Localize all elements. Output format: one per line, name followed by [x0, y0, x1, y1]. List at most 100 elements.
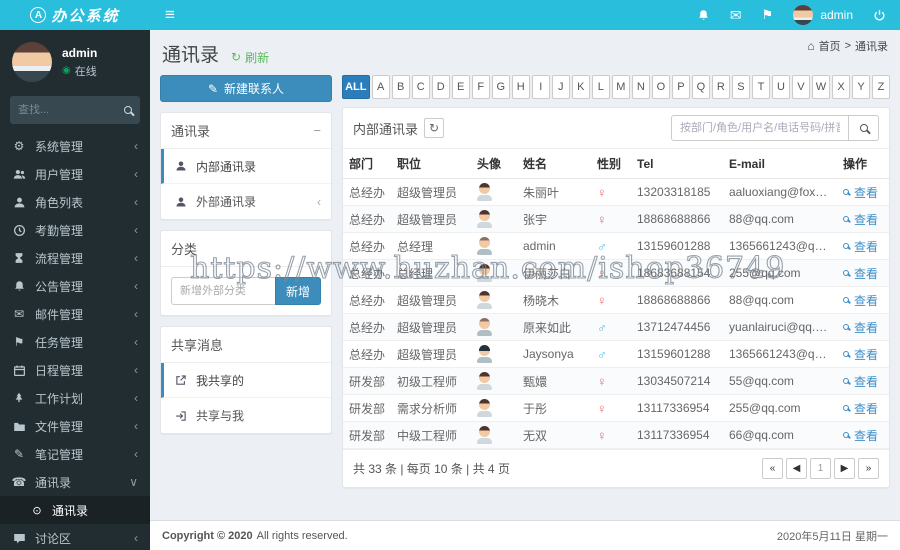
- shared-with-me-item[interactable]: 共享与我: [161, 398, 331, 433]
- alpha-filter[interactable]: L: [591, 75, 610, 99]
- sidebar-item-forum[interactable]: 讨论区 ‹: [0, 524, 150, 550]
- sidebar-item-mail[interactable]: ✉ 邮件管理 ‹: [0, 300, 150, 328]
- search-icon: [843, 243, 849, 249]
- messages-button[interactable]: ✉: [730, 7, 742, 24]
- sidebar-item-system[interactable]: ⚙ 系统管理 ‹: [0, 132, 150, 160]
- pagination: 共 33 条 | 每页 10 条 | 共 4 页 « ◀ 1 ▶ »: [343, 449, 889, 487]
- sidebar-user-panel: admin ◉ 在线: [0, 30, 150, 92]
- app-logo[interactable]: A 办公系统: [0, 0, 150, 30]
- sidebar-item-announcements[interactable]: 公告管理 ‹: [0, 272, 150, 300]
- alpha-filter[interactable]: H: [511, 75, 530, 99]
- sidebar-toggle-button[interactable]: ≡: [150, 0, 190, 30]
- table-header-row: 部门 职位 头像 姓名 性别 Tel E-mail 操作: [343, 149, 889, 179]
- gender-icon: ♀: [597, 373, 607, 389]
- left-column: ✎ 新建联系人 通讯录 − 内部通讯录 外部通讯录 ‹ 分类 新增外部分类 新增…: [160, 75, 332, 488]
- alpha-filter[interactable]: K: [571, 75, 590, 99]
- note-edit-icon: ✎: [13, 447, 25, 461]
- new-contact-button[interactable]: ✎ 新建联系人: [160, 75, 332, 102]
- alpha-filter[interactable]: U: [771, 75, 790, 99]
- view-button[interactable]: 查看: [843, 373, 878, 390]
- alpha-filter[interactable]: X: [831, 75, 850, 99]
- view-button[interactable]: 查看: [843, 427, 878, 444]
- alpha-filter[interactable]: N: [631, 75, 650, 99]
- chevron-left-icon: ‹: [317, 194, 321, 209]
- gender-icon: ♂: [597, 319, 607, 335]
- sidebar-item-users[interactable]: 用户管理 ‹: [0, 160, 150, 188]
- search-icon: [843, 270, 849, 276]
- table-row: 总经办 超级管理员 张宇 ♀ 18868688866 88@qq.com 查看: [343, 205, 889, 233]
- notifications-button[interactable]: [697, 9, 710, 22]
- external-contacts-item[interactable]: 外部通讯录 ‹: [161, 184, 331, 219]
- right-column: ALL A B C D E F G H I J K L M N O P Q R …: [342, 75, 891, 488]
- table-search-button[interactable]: [849, 115, 879, 141]
- alpha-filter[interactable]: J: [551, 75, 570, 99]
- table-row: 研发部 初级工程师 甄嬛 ♀ 13034507214 55@qq.com 查看: [343, 367, 889, 395]
- prev-page-button[interactable]: ◀: [786, 458, 807, 479]
- alpha-filter[interactable]: A: [371, 75, 390, 99]
- alpha-filter[interactable]: R: [711, 75, 730, 99]
- online-status-label: 在线: [74, 65, 97, 78]
- last-page-button[interactable]: »: [858, 458, 879, 479]
- sidebar-item-schedule[interactable]: 日程管理 ‹: [0, 356, 150, 384]
- sidebar-item-roles[interactable]: 角色列表 ‹: [0, 188, 150, 216]
- view-button[interactable]: 查看: [843, 319, 878, 336]
- table-row: 总经办 超级管理员 Jaysonya ♂ 13159601288 1365661…: [343, 340, 889, 368]
- internal-contacts-item[interactable]: 内部通讯录: [161, 149, 331, 184]
- view-button[interactable]: 查看: [843, 346, 878, 363]
- alpha-filter[interactable]: C: [411, 75, 430, 99]
- table-search-input[interactable]: [671, 115, 849, 141]
- sidebar-menu: ⚙ 系统管理 ‹ 用户管理 ‹ 角色列表 ‹ 考勤管理 ‹ 流程管理 ‹ 公告管…: [0, 132, 150, 550]
- alpha-filter[interactable]: Y: [852, 75, 871, 99]
- alpha-filter[interactable]: V: [791, 75, 810, 99]
- search-icon: [843, 189, 849, 195]
- add-category-button[interactable]: 新增: [274, 277, 321, 305]
- alpha-filter-all[interactable]: ALL: [342, 75, 370, 99]
- alpha-filter[interactable]: F: [471, 75, 490, 99]
- alpha-filter[interactable]: M: [611, 75, 630, 99]
- alpha-filter[interactable]: E: [451, 75, 470, 99]
- alpha-filter[interactable]: W: [811, 75, 830, 99]
- alpha-filter[interactable]: B: [391, 75, 410, 99]
- user-menu[interactable]: admin: [793, 5, 853, 25]
- view-button[interactable]: 查看: [843, 211, 878, 228]
- view-button[interactable]: 查看: [843, 292, 878, 309]
- current-page: 1: [810, 458, 831, 479]
- sidebar-item-tasks[interactable]: ⚑ 任务管理 ‹: [0, 328, 150, 356]
- breadcrumb-home-link[interactable]: 首页: [819, 38, 841, 54]
- bell-icon: [12, 280, 26, 293]
- refresh-button[interactable]: ↻ 刷新: [231, 49, 269, 66]
- view-button[interactable]: 查看: [843, 400, 878, 417]
- sidebar-item-contacts[interactable]: ☎ 通讯录 ∨: [0, 468, 150, 496]
- shared-by-me-item[interactable]: 我共享的: [161, 363, 331, 398]
- alpha-filter[interactable]: D: [431, 75, 450, 99]
- alpha-filter[interactable]: Z: [872, 75, 891, 99]
- refresh-icon[interactable]: ↻: [424, 118, 445, 138]
- alpha-filter[interactable]: T: [751, 75, 770, 99]
- view-button[interactable]: 查看: [843, 238, 878, 255]
- next-page-button[interactable]: ▶: [834, 458, 855, 479]
- logout-button[interactable]: [873, 9, 886, 22]
- first-page-button[interactable]: «: [762, 458, 783, 479]
- collapse-icon[interactable]: −: [313, 123, 321, 138]
- sidebar-item-workplan[interactable]: 工作计划 ‹: [0, 384, 150, 412]
- sidebar-search-input[interactable]: [18, 104, 124, 116]
- sidebar-item-notes[interactable]: ✎ 笔记管理 ‹: [0, 440, 150, 468]
- search-icon[interactable]: [124, 106, 132, 114]
- new-category-input[interactable]: [171, 277, 275, 305]
- sidebar-item-attendance[interactable]: 考勤管理 ‹: [0, 216, 150, 244]
- alpha-filter[interactable]: G: [491, 75, 510, 99]
- alpha-filter[interactable]: I: [531, 75, 550, 99]
- tasks-button[interactable]: ⚑: [762, 7, 774, 23]
- sidebar-item-files[interactable]: 文件管理 ‹: [0, 412, 150, 440]
- logo-badge-icon: A: [30, 7, 47, 23]
- sidebar-item-workflow[interactable]: 流程管理 ‹: [0, 244, 150, 272]
- sidebar-subitem-contacts[interactable]: ⊙ 通讯录: [0, 496, 150, 524]
- category-panel: 分类 新增: [160, 230, 332, 316]
- alpha-filter[interactable]: S: [731, 75, 750, 99]
- view-button[interactable]: 查看: [843, 184, 878, 201]
- gender-icon: ♀: [597, 265, 607, 281]
- view-button[interactable]: 查看: [843, 265, 878, 282]
- alpha-filter[interactable]: P: [671, 75, 690, 99]
- alpha-filter[interactable]: Q: [691, 75, 710, 99]
- alpha-filter[interactable]: O: [651, 75, 670, 99]
